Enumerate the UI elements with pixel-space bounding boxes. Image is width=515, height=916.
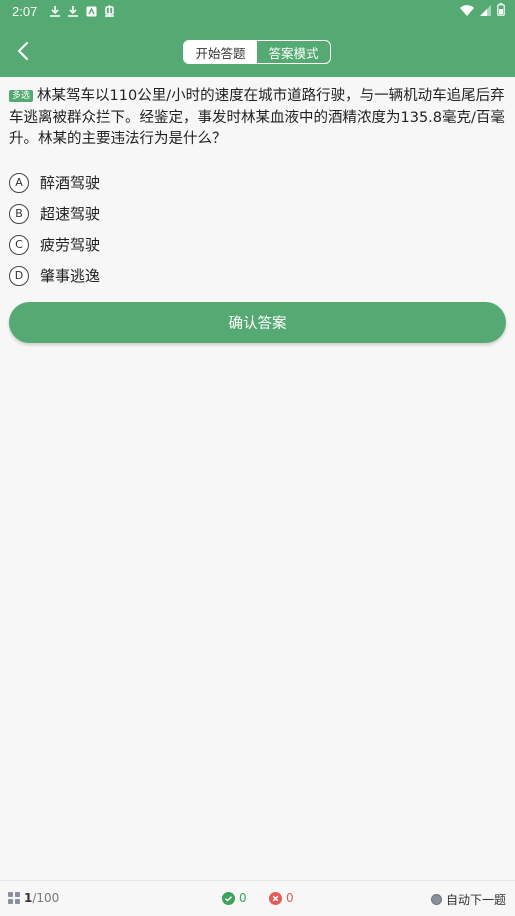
app-icon [83, 3, 99, 19]
app-header: 开始答题 答案模式 [0, 22, 515, 77]
option-label: 超速驾驶 [40, 205, 101, 223]
confirm-answer-button[interactable]: 确认答案 [9, 302, 506, 343]
battery-icon [497, 3, 505, 19]
back-button[interactable] [10, 38, 36, 64]
question-text: 林某驾车以110公里/小时的速度在城市道路行驶，与一辆机动车追尾后弃车逃离被群众… [9, 88, 505, 147]
question-progress[interactable]: 1/100 [8, 891, 59, 905]
tab-answer-mode[interactable]: 答案模式 [257, 41, 330, 63]
download-icon [65, 3, 81, 19]
correct-count: 0 [239, 891, 247, 905]
status-time: 2:07 [12, 3, 38, 19]
tab-start-answering[interactable]: 开始答题 [184, 41, 257, 63]
options-list: A 醉酒驾驶 B 超速驾驶 C 疲劳驾驶 D 肇事逃逸 [9, 167, 505, 291]
option-b[interactable]: B 超速驾驶 [9, 198, 505, 229]
bottom-bar: 1/100 0 0 自动下一题 [0, 880, 515, 916]
question-type-badge: 多选 [9, 90, 34, 102]
mode-switch: 开始答题 答案模式 [183, 40, 331, 64]
auto-next-toggle[interactable]: 自动下一题 [430, 891, 506, 908]
x-circle-icon [269, 891, 282, 905]
option-letter: B [9, 203, 29, 224]
wrong-count: 0 [286, 891, 294, 905]
signal-icon [480, 4, 491, 19]
option-c[interactable]: C 疲劳驾驶 [9, 229, 505, 260]
wrong-count-stat: 0 [269, 891, 294, 905]
option-letter: D [9, 265, 29, 286]
grid-icon [8, 892, 20, 904]
bug-icon [101, 3, 117, 19]
download-icon [47, 3, 63, 19]
status-bar: 2:07 [0, 0, 515, 22]
correct-count-stat: 0 [222, 891, 247, 905]
option-d[interactable]: D 肇事逃逸 [9, 260, 505, 291]
option-label: 疲劳驾驶 [40, 236, 101, 254]
check-circle-icon [222, 891, 235, 905]
option-label: 醉酒驾驶 [40, 174, 101, 192]
wifi-icon [460, 4, 474, 19]
option-a[interactable]: A 醉酒驾驶 [9, 167, 505, 198]
option-letter: C [9, 234, 29, 255]
current-question-number: 1 [24, 891, 33, 905]
total-questions: /100 [32, 891, 60, 905]
radio-icon [430, 894, 442, 905]
question-text-block: 多选 林某驾车以110公里/小时的速度在城市道路行驶，与一辆机动车追尾后弃车逃离被… [9, 86, 505, 151]
option-label: 肇事逃逸 [40, 267, 101, 285]
option-letter: A [9, 172, 29, 193]
auto-next-label: 自动下一题 [445, 893, 506, 907]
chevron-left-icon [17, 41, 29, 61]
